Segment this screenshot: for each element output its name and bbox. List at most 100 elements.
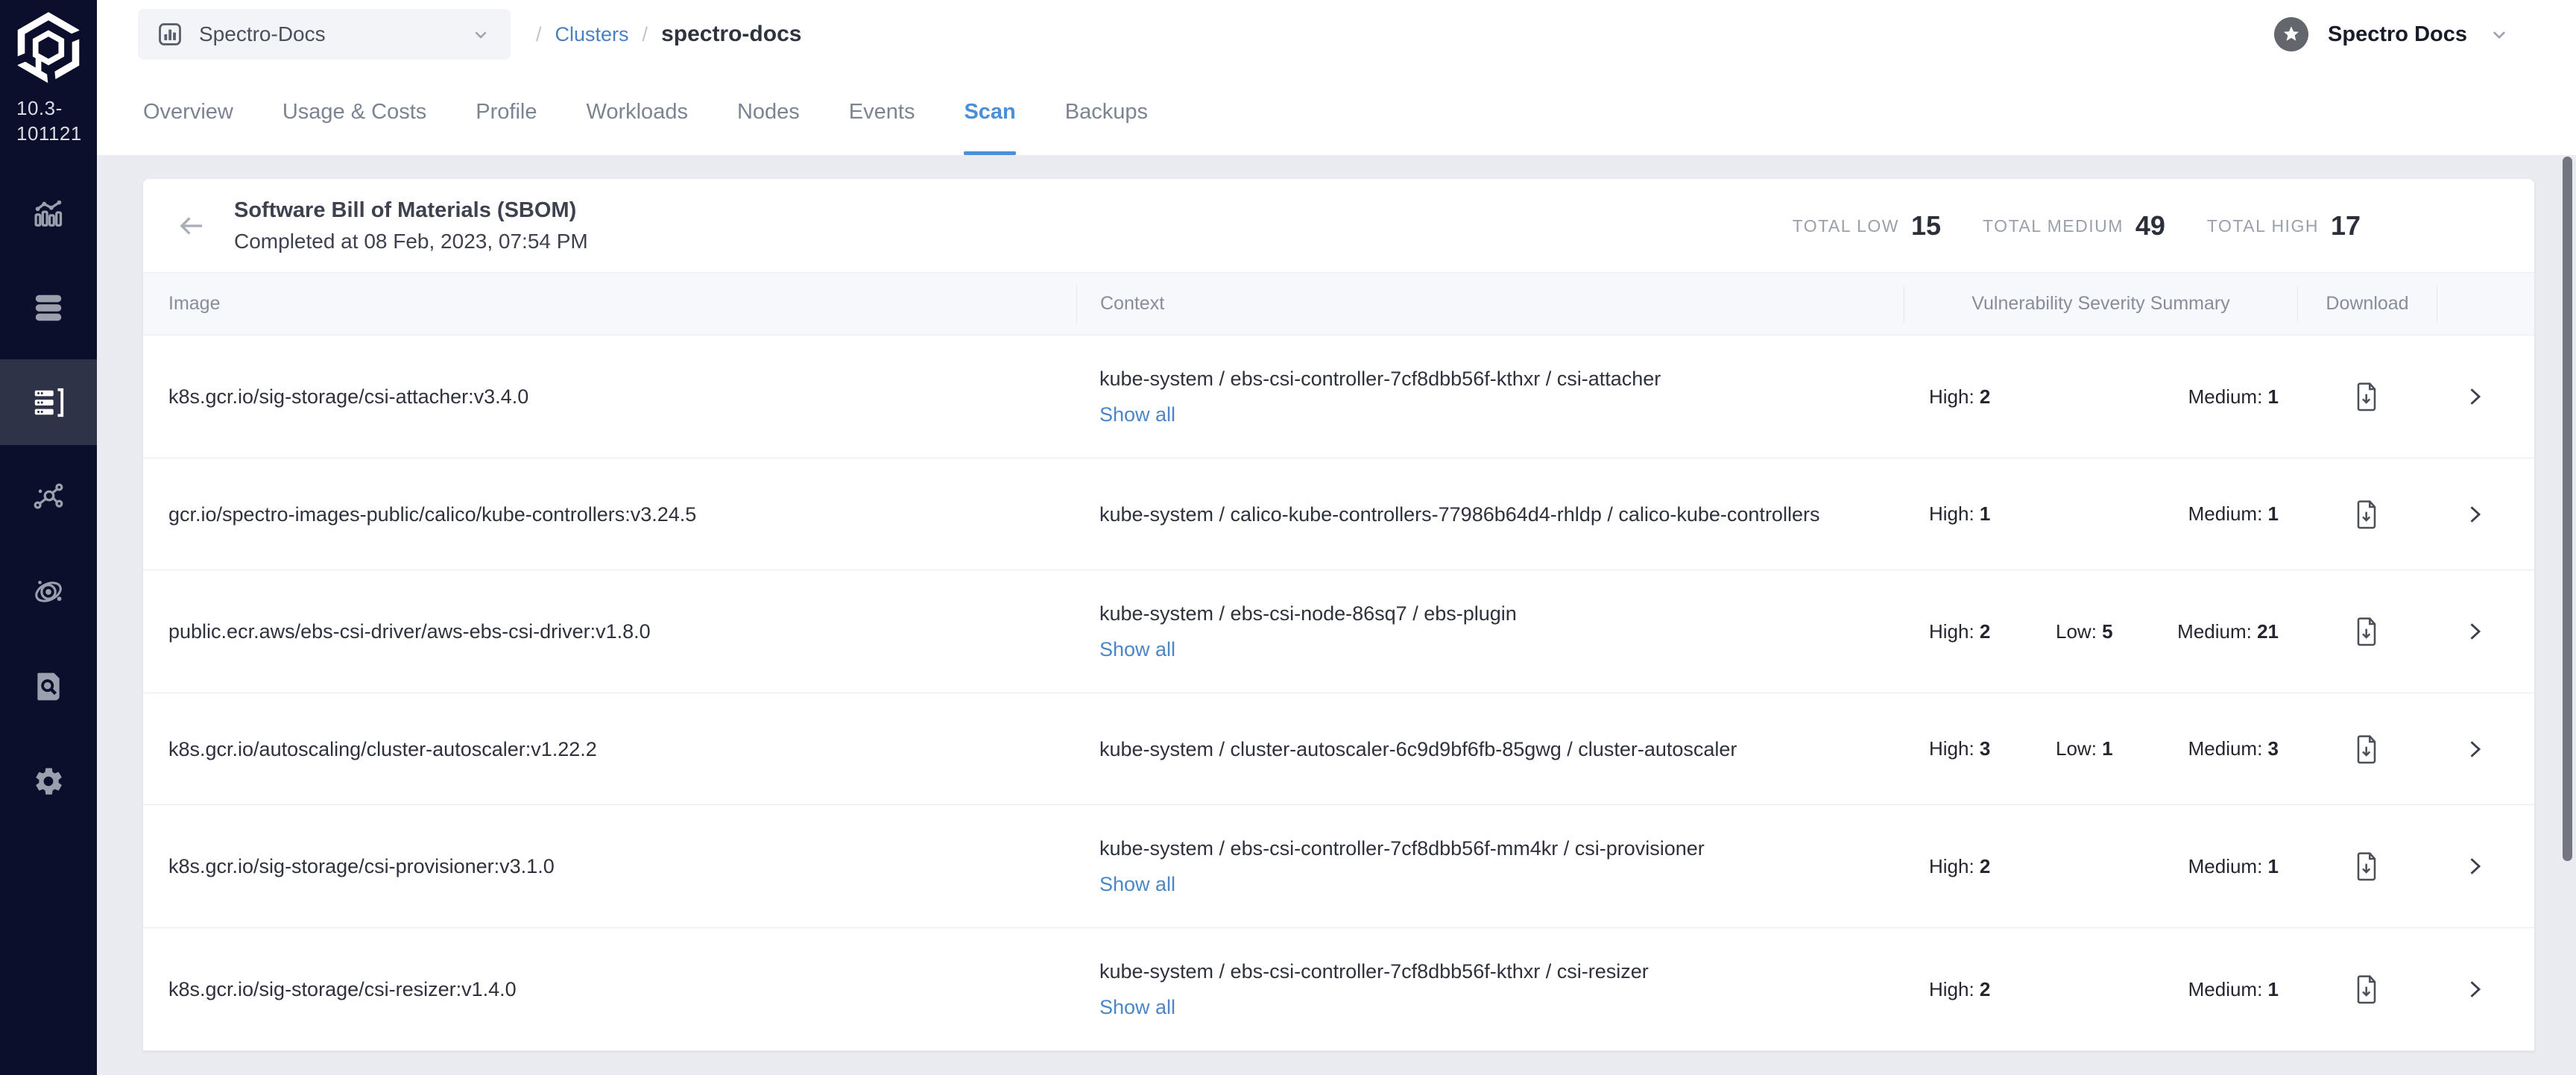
- breadcrumb-link-clusters[interactable]: Clusters: [555, 23, 629, 46]
- breadcrumb-separator: /: [643, 23, 648, 46]
- table-row: k8s.gcr.io/sig-storage/csi-provisioner:v…: [143, 805, 2534, 928]
- context-text: kube-system / ebs-csi-node-86sq7 / ebs-p…: [1099, 596, 1845, 631]
- download-file-icon: [2355, 851, 2379, 881]
- total-medium-label: TOTAL MEDIUM: [1983, 216, 2124, 236]
- tab-scan[interactable]: Scan: [964, 69, 1015, 155]
- avatar: [2274, 17, 2308, 51]
- chevron-down-icon: [469, 22, 493, 46]
- table-row: k8s.gcr.io/autoscaling/cluster-autoscale…: [143, 693, 2534, 805]
- total-high-label: TOTAL HIGH: [2207, 216, 2319, 236]
- expand-cell: [2437, 976, 2534, 1003]
- download-cell: [2297, 851, 2437, 881]
- context-text: kube-system / calico-kube-controllers-77…: [1099, 496, 1845, 532]
- severity-cell: High: 2Medium: 1: [1904, 385, 2297, 409]
- context-cell: kube-system / ebs-csi-controller-7cf8dbb…: [1076, 830, 1904, 902]
- download-cell: [2297, 382, 2437, 412]
- context-cell: kube-system / ebs-csi-controller-7cf8dbb…: [1076, 361, 1904, 432]
- tab-events[interactable]: Events: [849, 69, 915, 155]
- expand-row-button[interactable]: [2461, 853, 2488, 880]
- column-header-severity: Vulnerability Severity Summary: [1904, 286, 2297, 323]
- tab-workloads[interactable]: Workloads: [586, 69, 687, 155]
- expand-row-button[interactable]: [2461, 618, 2488, 645]
- tab-nodes[interactable]: Nodes: [737, 69, 800, 155]
- cluster-tabs: Overview Usage & Costs Profile Workloads Nod…: [97, 69, 2576, 155]
- user-menu[interactable]: Spectro Docs: [2274, 0, 2512, 69]
- chevron-right-icon: [2461, 736, 2488, 763]
- server-rack-icon: [31, 385, 66, 420]
- sidebar-item-audit-logs[interactable]: [0, 643, 97, 729]
- sidebar: 10.3- 101121: [0, 0, 97, 1075]
- severity-medium: Medium: 1: [2168, 855, 2279, 878]
- sidebar-item-monitoring[interactable]: [0, 170, 97, 256]
- column-header-context: Context: [1076, 286, 1904, 323]
- chevron-right-icon: [2461, 501, 2488, 528]
- download-button[interactable]: [2355, 617, 2379, 646]
- page-title: Software Bill of Materials (SBOM): [234, 195, 588, 226]
- show-all-link[interactable]: Show all: [1099, 866, 1175, 902]
- sbom-card-header: Software Bill of Materials (SBOM) Comple…: [143, 179, 2534, 273]
- chevron-down-icon: [2487, 22, 2512, 47]
- severity-medium: Medium: 21: [2168, 620, 2279, 643]
- tab-overview[interactable]: Overview: [143, 69, 233, 155]
- severity-cell: High: 2Low: 5Medium: 21: [1904, 620, 2297, 643]
- show-all-link[interactable]: Show all: [1099, 989, 1175, 1025]
- severity-low: Low: 5: [2056, 620, 2168, 643]
- back-button[interactable]: [176, 210, 207, 242]
- severity-cell: High: 3Low: 1Medium: 3: [1904, 737, 2297, 760]
- table-row: gcr.io/spectro-images-public/calico/kube…: [143, 458, 2534, 570]
- context-text: kube-system / ebs-csi-controller-7cf8dbb…: [1099, 953, 1845, 989]
- table-row: public.ecr.aws/ebs-csi-driver/aws-ebs-cs…: [143, 570, 2534, 693]
- expand-row-button[interactable]: [2461, 976, 2488, 1003]
- severity-high: High: 2: [1929, 620, 2056, 643]
- download-file-icon: [2355, 734, 2379, 764]
- severity-medium: Medium: 1: [2168, 502, 2279, 526]
- show-all-link[interactable]: Show all: [1099, 397, 1175, 432]
- expand-cell: [2437, 736, 2534, 763]
- severity-low: Low: 1: [2056, 737, 2168, 760]
- sidebar-item-workspaces[interactable]: [0, 454, 97, 540]
- vertical-scrollbar[interactable]: [2563, 157, 2572, 861]
- severity-high: High: 1: [1929, 502, 2056, 526]
- expand-cell: [2437, 383, 2534, 410]
- download-button[interactable]: [2355, 499, 2379, 529]
- tab-profile[interactable]: Profile: [476, 69, 537, 155]
- expand-row-button[interactable]: [2461, 736, 2488, 763]
- download-file-icon: [2355, 617, 2379, 646]
- sidebar-item-clusters[interactable]: [0, 359, 97, 445]
- version-label: 10.3- 101121: [16, 95, 97, 146]
- download-button[interactable]: [2355, 851, 2379, 881]
- project-selector-label: Spectro-Docs: [199, 22, 469, 46]
- main-content: Software Bill of Materials (SBOM) Comple…: [97, 155, 2576, 1075]
- download-button[interactable]: [2355, 382, 2379, 412]
- context-cell: kube-system / ebs-csi-controller-7cf8dbb…: [1076, 953, 1904, 1025]
- sbom-card: Software Bill of Materials (SBOM) Comple…: [143, 179, 2534, 1051]
- sidebar-item-system[interactable]: [0, 549, 97, 634]
- breadcrumb-separator: /: [536, 23, 542, 46]
- total-high: TOTAL HIGH 17: [2207, 210, 2361, 242]
- database-stack-icon: [31, 291, 66, 325]
- project-selector[interactable]: Spectro-Docs: [138, 9, 511, 60]
- image-cell: k8s.gcr.io/sig-storage/csi-attacher:v3.4…: [143, 380, 1076, 413]
- severity-high: High: 2: [1929, 855, 2056, 878]
- chevron-right-icon: [2461, 618, 2488, 645]
- severity-totals: TOTAL LOW 15 TOTAL MEDIUM 49 TOTAL HIGH …: [1793, 179, 2361, 273]
- chevron-right-icon: [2461, 976, 2488, 1003]
- total-medium: TOTAL MEDIUM 49: [1983, 210, 2165, 242]
- download-button[interactable]: [2355, 734, 2379, 764]
- sidebar-item-settings[interactable]: [0, 738, 97, 824]
- expand-cell: [2437, 853, 2534, 880]
- download-file-icon: [2355, 974, 2379, 1004]
- download-file-icon: [2355, 382, 2379, 412]
- tab-backups[interactable]: Backups: [1065, 69, 1148, 155]
- total-low: TOTAL LOW 15: [1793, 210, 1941, 242]
- top-bar: Spectro-Docs / Clusters / spectro-docs S…: [97, 0, 2576, 69]
- image-cell: public.ecr.aws/ebs-csi-driver/aws-ebs-cs…: [143, 615, 1076, 648]
- expand-row-button[interactable]: [2461, 383, 2488, 410]
- tab-usage-costs[interactable]: Usage & Costs: [282, 69, 426, 155]
- sidebar-item-profiles[interactable]: [0, 265, 97, 350]
- show-all-link[interactable]: Show all: [1099, 631, 1175, 667]
- expand-row-button[interactable]: [2461, 501, 2488, 528]
- palette-logo-icon[interactable]: [13, 12, 84, 83]
- download-button[interactable]: [2355, 974, 2379, 1004]
- expand-cell: [2437, 501, 2534, 528]
